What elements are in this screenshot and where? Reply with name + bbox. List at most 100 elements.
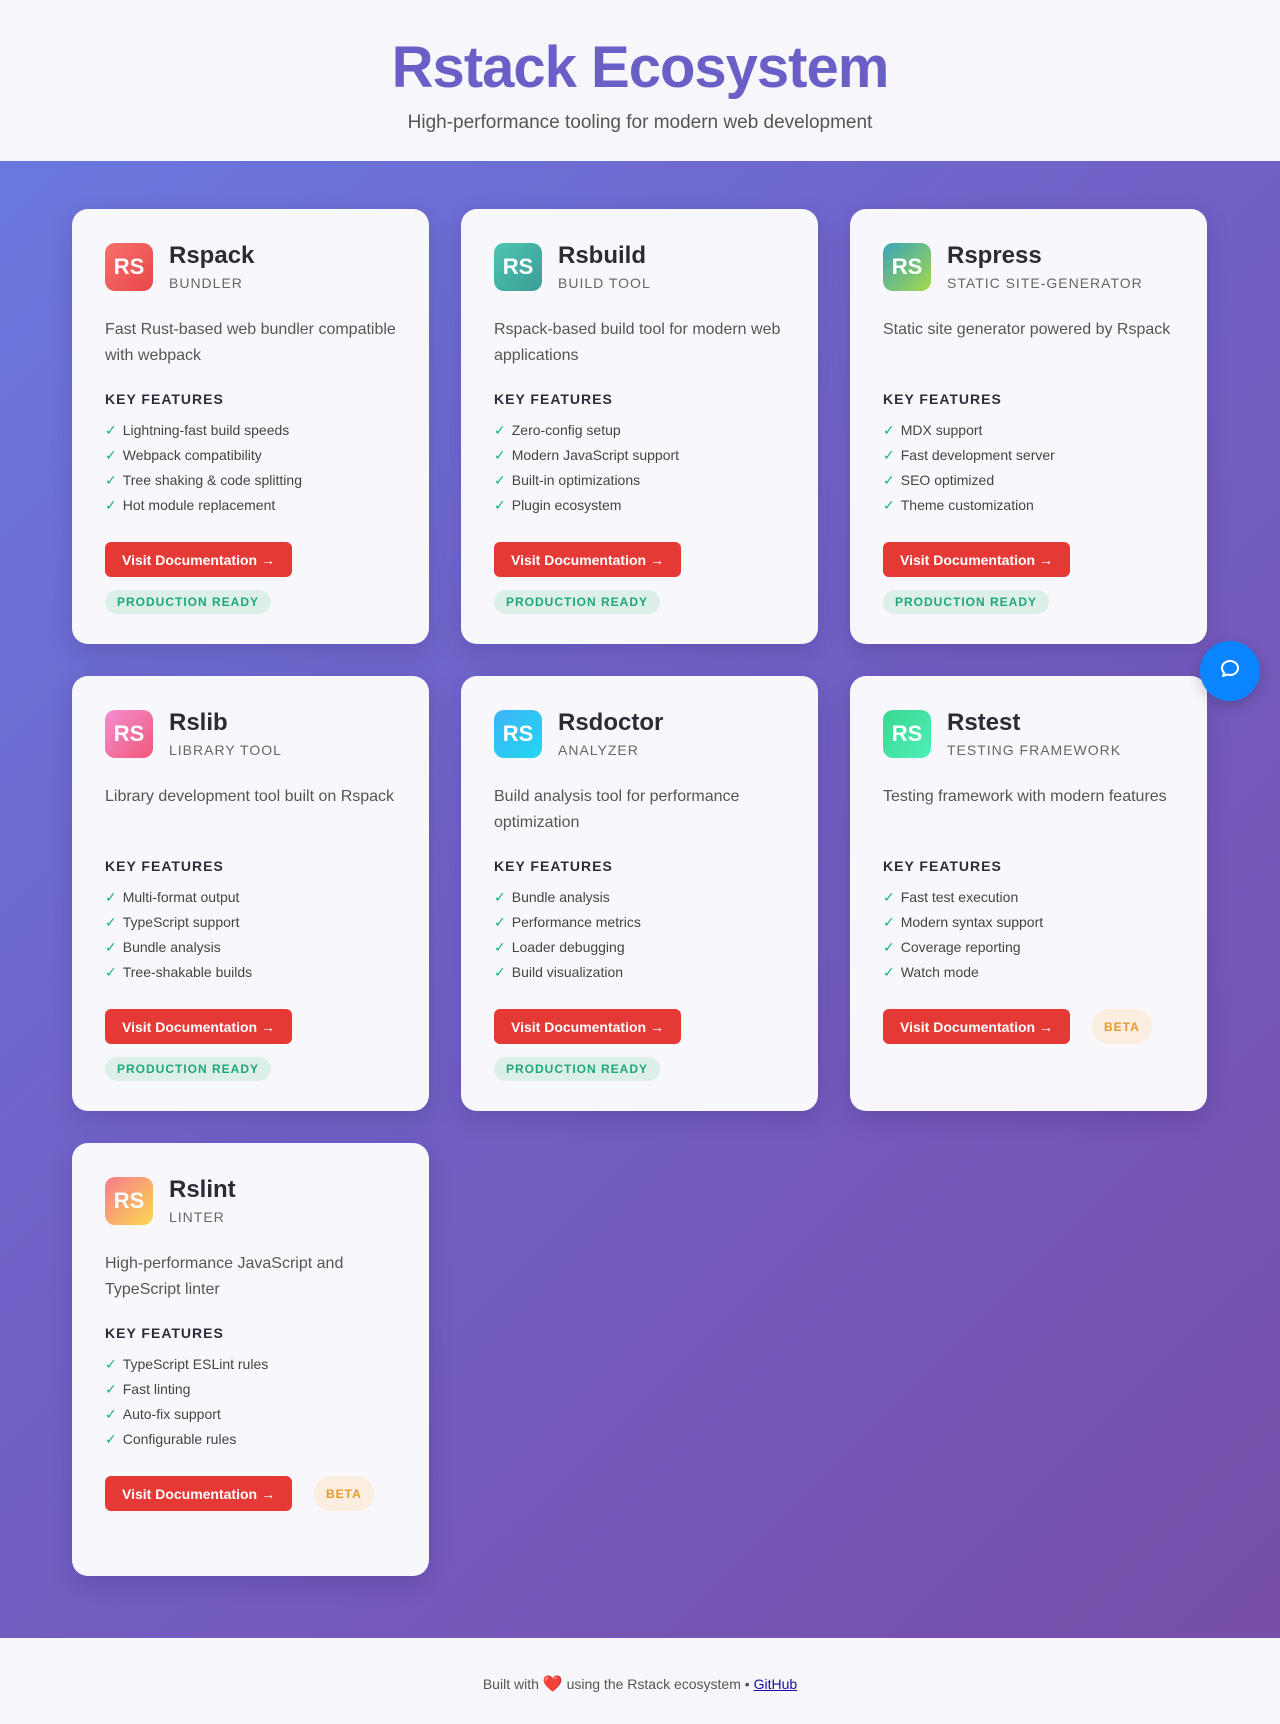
check-icon: ✓ (883, 497, 895, 513)
feature-item: ✓ Fast test execution (883, 885, 1174, 910)
tool-description: Library development tool built on Rspack (105, 788, 395, 805)
feature-label: Zero-config setup (511, 422, 621, 438)
feature-item: ✓ TypeScript ESLint rules (105, 1352, 396, 1377)
tool-card-rsdoctor: RS Rsdoctor ANALYZER Build analysis tool fo… (461, 676, 818, 1111)
feature-item: ✓ Coverage reporting (883, 935, 1174, 960)
feature-item: ✓ Modern syntax support (883, 910, 1174, 935)
tool-description: Static site generator powered by Rspack (883, 321, 1171, 338)
tool-name: Rsdoctor (558, 709, 664, 736)
feature-item: ✓ Tree-shakable builds (105, 960, 396, 985)
features-heading: KEY FEATURES (105, 391, 224, 407)
production-ready-badge: PRODUCTION READY (105, 590, 272, 614)
card-actions: Visit Documentation → (105, 1009, 396, 1044)
card-actions: Visit Documentation → (494, 1009, 785, 1044)
check-icon: ✓ (105, 914, 117, 930)
chat-button[interactable] (1200, 641, 1260, 701)
features-heading: KEY FEATURES (494, 858, 613, 874)
beta-badge: BETA (1091, 1009, 1152, 1044)
github-link[interactable]: GitHub (754, 1676, 798, 1692)
feature-label: Fast development server (900, 447, 1055, 463)
feature-label: Tree-shakable builds (122, 964, 253, 980)
production-ready-badge: PRODUCTION READY (883, 590, 1050, 614)
check-icon: ✓ (883, 447, 895, 463)
check-icon: ✓ (494, 472, 506, 488)
feature-item: ✓ Configurable rules (105, 1427, 396, 1452)
tool-description: Testing framework with modern features (883, 788, 1167, 805)
tool-name: Rslint (169, 1176, 236, 1203)
feature-item: ✓ Multi-format output (105, 885, 396, 910)
tool-name: Rspack (169, 242, 255, 269)
check-icon: ✓ (494, 447, 506, 463)
feature-item: ✓ Hot module replacement (105, 493, 396, 518)
page-footer: Built with ❤️ using the Rstack ecosystem… (0, 1638, 1280, 1724)
visit-documentation-button[interactable]: Visit Documentation → (883, 542, 1070, 577)
chat-bubble-icon (1218, 657, 1242, 686)
check-icon: ✓ (883, 964, 895, 980)
tool-name: Rstest (947, 709, 1021, 736)
check-icon: ✓ (105, 939, 117, 955)
check-icon: ✓ (494, 422, 506, 438)
feature-item: ✓ Build visualization (494, 960, 785, 985)
production-ready-badge: PRODUCTION READY (494, 1057, 661, 1081)
rs-logo-icon: RS (105, 242, 153, 291)
check-icon: ✓ (883, 889, 895, 905)
tool-card-rsbuild: RS Rsbuild BUILD TOOL Rspack-based build to… (461, 209, 818, 644)
visit-documentation-button[interactable]: Visit Documentation → (494, 542, 681, 577)
card-actions: Visit Documentation → BETA (105, 1476, 396, 1511)
feature-item: ✓ Tree shaking & code splitting (105, 468, 396, 493)
features-list: ✓ Multi-format output ✓ TypeScript support ✓… (105, 885, 396, 985)
check-icon: ✓ (494, 939, 506, 955)
visit-documentation-button[interactable]: Visit Documentation → (883, 1009, 1070, 1044)
feature-item: ✓ Webpack compatibility (105, 443, 396, 468)
feature-item: ✓ Bundle analysis (105, 935, 396, 960)
tool-card-rslib: RS Rslib LIBRARY TOOL Library development t… (72, 676, 429, 1111)
feature-item: ✓ SEO optimized (883, 468, 1174, 493)
tool-description: Build analysis tool for performance opti… (494, 788, 740, 831)
check-icon: ✓ (105, 497, 117, 513)
check-icon: ✓ (105, 422, 117, 438)
feature-item: ✓ Theme customization (883, 493, 1174, 518)
tools-grid: RS Rspack BUNDLER Fast Rust-based web bundl… (72, 209, 1208, 1576)
check-icon: ✓ (105, 1381, 117, 1397)
check-icon: ✓ (105, 1356, 117, 1372)
feature-label: Hot module replacement (122, 497, 276, 513)
card-header: RS Rspress STATIC SITE-GENERATOR (883, 242, 1174, 291)
heart-icon: ❤️ (542, 1676, 563, 1693)
check-icon: ✓ (105, 472, 117, 488)
tool-name: Rspress (947, 242, 1042, 269)
card-header: RS Rspack BUNDLER (105, 242, 396, 291)
feature-item: ✓ Lightning-fast build speeds (105, 418, 396, 443)
feature-item: ✓ TypeScript support (105, 910, 396, 935)
features-heading: KEY FEATURES (883, 391, 1002, 407)
check-icon: ✓ (105, 1431, 117, 1447)
visit-documentation-button[interactable]: Visit Documentation → (105, 1009, 292, 1044)
feature-label: Fast linting (122, 1381, 191, 1397)
tool-category: BUILD TOOL (558, 275, 651, 291)
tool-category: LINTER (169, 1209, 225, 1225)
visit-documentation-button[interactable]: Visit Documentation → (105, 1476, 292, 1511)
features-list: ✓ Zero-config setup ✓ Modern JavaScript sup… (494, 418, 785, 518)
tool-card-rstest: RS Rstest TESTING FRAMEWORK Testing framewo… (850, 676, 1207, 1111)
tool-category: BUNDLER (169, 275, 243, 291)
feature-label: Coverage reporting (900, 939, 1021, 955)
feature-label: Auto-fix support (122, 1406, 221, 1422)
check-icon: ✓ (883, 939, 895, 955)
check-icon: ✓ (494, 964, 506, 980)
tool-name: Rslib (169, 709, 228, 736)
production-ready-badge: PRODUCTION READY (105, 1057, 272, 1081)
features-heading: KEY FEATURES (883, 858, 1002, 874)
card-header: RS Rstest TESTING FRAMEWORK (883, 709, 1174, 758)
visit-documentation-button[interactable]: Visit Documentation → (494, 1009, 681, 1044)
card-header: RS Rslib LIBRARY TOOL (105, 709, 396, 758)
card-header: RS Rsbuild BUILD TOOL (494, 242, 785, 291)
footer-suffix: using the Rstack ecosystem • (566, 1676, 750, 1692)
check-icon: ✓ (105, 1406, 117, 1422)
card-actions: Visit Documentation → (883, 542, 1174, 577)
rs-logo-icon: RS (883, 242, 931, 291)
visit-documentation-button[interactable]: Visit Documentation → (105, 542, 292, 577)
check-icon: ✓ (883, 914, 895, 930)
feature-label: SEO optimized (900, 472, 995, 488)
rs-logo-icon: RS (105, 709, 153, 758)
feature-label: Bundle analysis (122, 939, 221, 955)
tool-card-rspress: RS Rspress STATIC SITE-GENERATOR Static sit… (850, 209, 1207, 644)
